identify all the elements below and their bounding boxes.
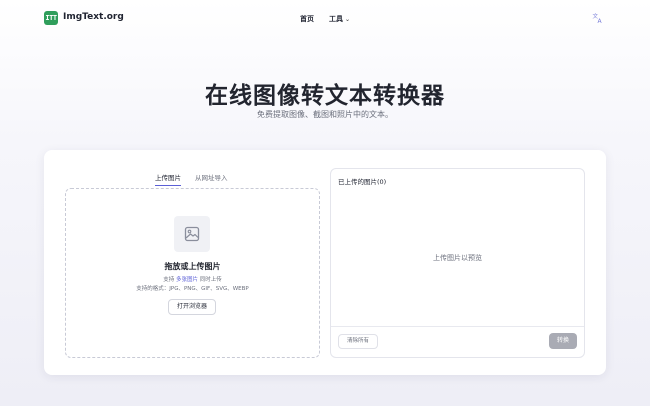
translate-icon[interactable]: 文 A (592, 12, 604, 24)
image-icon-glyph (184, 226, 200, 242)
nav-tools-label: 工具 (329, 15, 343, 23)
logo-icon[interactable]: ITT (44, 11, 58, 25)
uploaded-images-panel (330, 168, 585, 358)
tab-import-url[interactable]: 从网址导入 (195, 172, 228, 182)
preview-empty-text: 上传图片以预览 (433, 254, 482, 262)
supported-formats: 支持的格式：JPG、PNG、GIF、SVG、WEBP (136, 286, 249, 292)
dropzone-title: 拖放或上传图片 (164, 262, 221, 271)
clear-all-button[interactable]: 清除所有 (338, 334, 378, 349)
chevron-down-icon: ⌄ (345, 16, 351, 23)
nav-home-link[interactable]: 首页 (300, 14, 314, 24)
logo-text: ITT (45, 13, 57, 22)
dropzone-support-text: 支持 多张图片 同时上传 (65, 275, 320, 283)
page-title: 在线图像转文本转换器 (205, 83, 445, 109)
open-browser-button[interactable]: 打开浏览器 (168, 299, 216, 315)
nav-tools-dropdown[interactable]: 工具 ⌄ (329, 14, 350, 24)
svg-text:A: A (598, 18, 603, 24)
site-header: ITT ImgText.org 首页 工具 ⌄ 文 A (0, 0, 650, 36)
panel-divider (331, 326, 584, 327)
tab-upload-image[interactable]: 上传图片 (155, 172, 181, 186)
support-suffix: 同时上传 (198, 277, 222, 283)
uploaded-images-title: 已上传的图片(0) (338, 178, 387, 186)
support-prefix: 支持 (163, 277, 176, 283)
convert-button[interactable]: 转换 (549, 333, 577, 349)
page-subtitle: 免费提取图像、截图和照片中的文本。 (257, 110, 393, 119)
upload-dropzone[interactable] (65, 188, 320, 358)
support-highlight: 多张图片 (175, 277, 198, 283)
image-icon (174, 216, 210, 252)
brand-name[interactable]: ImgText.org (63, 12, 124, 22)
